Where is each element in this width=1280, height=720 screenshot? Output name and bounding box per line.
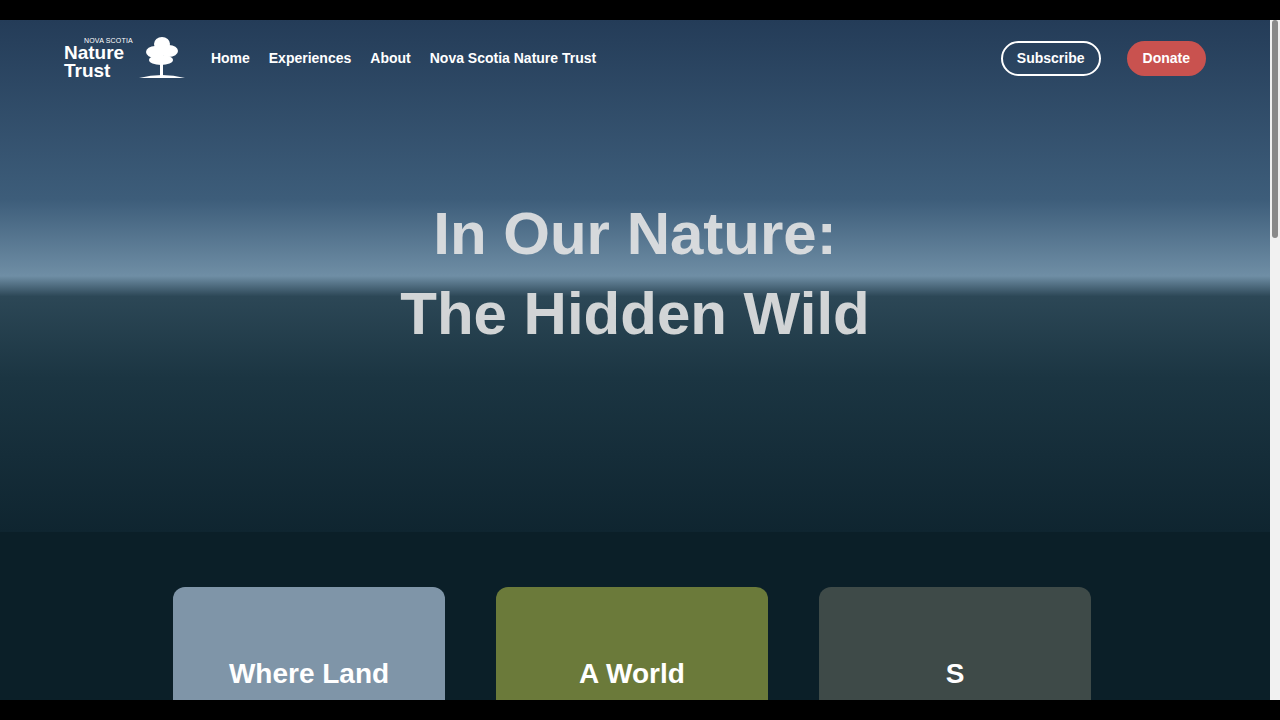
logo[interactable]: NOVA SCOTIANatureTrust xyxy=(64,34,187,82)
card-title: Where Land xyxy=(229,657,389,691)
logo-line: Nature xyxy=(64,44,133,62)
browser-view: NOVA SCOTIANatureTrust Home Experiences Abo… xyxy=(0,20,1280,700)
card-title: A World xyxy=(579,657,685,691)
letterbox-bottom xyxy=(0,700,1280,720)
subscribe-button[interactable]: Subscribe xyxy=(1001,41,1101,76)
nav-link[interactable]: About xyxy=(370,48,410,69)
donate-button[interactable]: Donate xyxy=(1127,41,1206,76)
experience-card[interactable]: Where Land xyxy=(173,587,445,700)
nav-link[interactable]: Nova Scotia Nature Trust xyxy=(430,48,597,69)
hero-body: In Our Nature:The Hidden Wild xyxy=(0,96,1270,532)
scrollbar[interactable] xyxy=(1270,20,1280,700)
letterbox-top xyxy=(0,0,1280,20)
hero: NOVA SCOTIANatureTrust Home Experiences Abo… xyxy=(0,20,1270,532)
tree-icon xyxy=(137,34,187,82)
logo-line: Trust xyxy=(64,62,133,80)
hero-title-line: In Our Nature: xyxy=(433,194,836,274)
cards-section: Where Land A World S xyxy=(0,532,1270,700)
experience-card[interactable]: S xyxy=(819,587,1091,700)
nav-link[interactable]: Home xyxy=(211,48,250,69)
nav-link[interactable]: Experiences xyxy=(269,48,352,69)
main-nav: Home Experiences About Nova Scotia Nature T… xyxy=(211,48,596,69)
app: NOVA SCOTIANatureTrust Home Experiences Abo… xyxy=(0,0,1280,720)
experience-card[interactable]: A World xyxy=(496,587,768,700)
card-title: S xyxy=(946,657,965,691)
hero-title: In Our Nature:The Hidden Wild xyxy=(400,194,869,354)
logo-top: NOVA SCOTIA xyxy=(64,37,133,44)
site-header: NOVA SCOTIANatureTrust Home Experiences Abo… xyxy=(0,20,1270,96)
page[interactable]: NOVA SCOTIANatureTrust Home Experiences Abo… xyxy=(0,20,1270,700)
scrollbar-thumb[interactable] xyxy=(1272,20,1278,238)
hero-title-line: The Hidden Wild xyxy=(400,274,869,354)
